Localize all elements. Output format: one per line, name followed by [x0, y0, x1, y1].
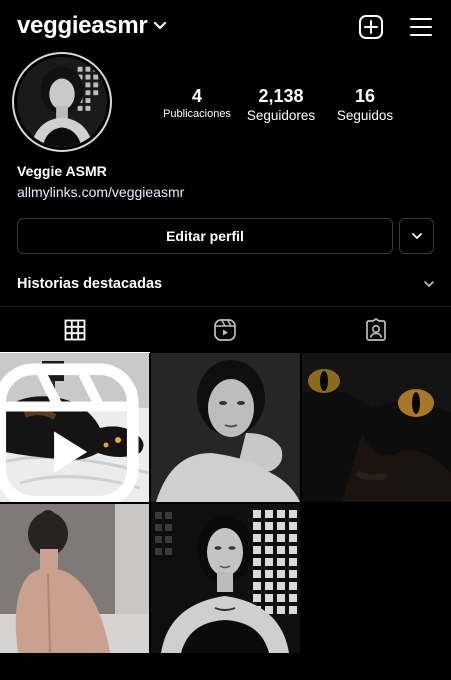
- display-name: Veggie ASMR: [17, 163, 107, 179]
- edit-profile-button[interactable]: Editar perfil: [17, 218, 393, 254]
- profile-stats: 4 Publicaciones 2,138 Seguidores 16 Segu…: [150, 86, 410, 126]
- posts-number: 4: [191, 86, 202, 106]
- post-thumbnail-1[interactable]: [0, 353, 149, 502]
- posts-count[interactable]: 4 Publicaciones: [158, 86, 236, 120]
- black-cat-image: [302, 353, 451, 502]
- following-number: 16: [354, 86, 376, 106]
- suggested-accounts-button[interactable]: [399, 218, 434, 254]
- portrait-bw-image: [151, 353, 300, 502]
- post-thumbnail-2[interactable]: [151, 353, 300, 502]
- chevron-down-icon: [424, 281, 434, 287]
- avatar: [17, 57, 107, 147]
- highlights-title: Historias destacadas: [17, 276, 163, 292]
- profile-screen: veggieasmr 4 Publicaciones 2,138 Seguido…: [0, 0, 451, 680]
- post-thumbnail-4[interactable]: [0, 504, 149, 653]
- reel-badge-icon: [0, 363, 139, 502]
- hamburger-menu-icon[interactable]: [408, 14, 434, 40]
- post-thumbnail-5[interactable]: [151, 504, 300, 653]
- posts-label: Publicaciones: [163, 108, 231, 120]
- profile-tabs: [0, 307, 451, 353]
- story-highlights-toggle[interactable]: Historias destacadas: [17, 272, 435, 296]
- new-post-icon[interactable]: [358, 14, 384, 40]
- followers-count[interactable]: 2,138 Seguidores: [240, 86, 322, 123]
- following-count[interactable]: 16 Seguidos: [330, 86, 400, 123]
- tab-reels[interactable]: [150, 307, 300, 353]
- reels-icon: [214, 319, 237, 341]
- top-bar: veggieasmr: [0, 0, 451, 52]
- following-label: Seguidos: [336, 108, 394, 123]
- portrait-lights-image: [151, 504, 300, 653]
- profile-avatar[interactable]: [12, 52, 112, 152]
- back-portrait-image: [0, 504, 149, 653]
- followers-number: 2,138: [258, 86, 304, 106]
- account-switcher[interactable]: veggieasmr: [17, 12, 167, 40]
- followers-label: Seguidores: [246, 108, 316, 123]
- tagged-icon: [365, 318, 386, 341]
- tab-posts-grid[interactable]: [0, 307, 151, 353]
- username: veggieasmr: [17, 12, 148, 39]
- tab-tagged[interactable]: [301, 307, 451, 353]
- bio-link[interactable]: allmylinks.com/veggieasmr: [17, 184, 184, 200]
- chevron-down-icon: [154, 21, 167, 30]
- grid-icon: [64, 319, 86, 341]
- chevron-down-icon: [411, 233, 422, 239]
- post-thumbnail-3[interactable]: [302, 353, 451, 502]
